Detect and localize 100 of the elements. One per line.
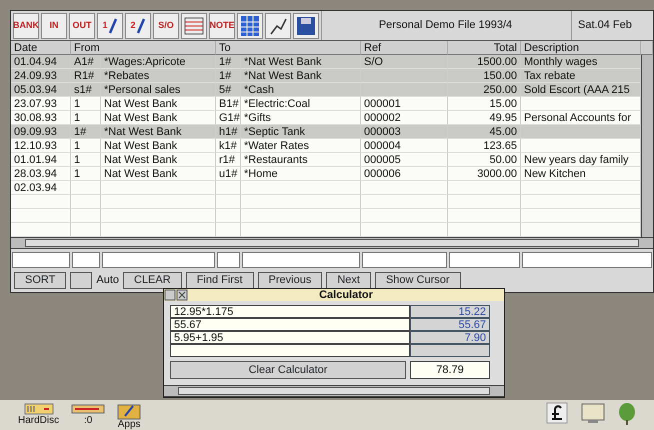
toolbar-button[interactable]: IN <box>41 12 67 38</box>
table-cell: 000002 <box>361 111 448 125</box>
action-button[interactable]: SORT <box>14 272 66 289</box>
action-button[interactable]: Next <box>326 272 371 289</box>
table-cell: 15.00 <box>448 97 521 111</box>
table-cell: 1# <box>216 69 241 83</box>
table-cell: Monthly wages <box>521 55 641 69</box>
table-cell: S/O <box>361 55 448 69</box>
table-cell: Nat West Bank <box>101 111 216 125</box>
input-field[interactable] <box>242 252 360 268</box>
toolbar-button[interactable] <box>237 12 263 38</box>
number-label: 1 <box>102 21 108 30</box>
table-cell: 45.00 <box>448 125 521 139</box>
table-cell: New years day family <box>521 153 641 167</box>
action-button[interactable]: CLEAR <box>123 272 182 289</box>
vertical-scrollbar[interactable] <box>641 55 653 237</box>
auto-label: Auto <box>96 273 119 288</box>
table-cell: Personal Accounts for <box>521 111 641 125</box>
table-cell: 1# <box>71 125 101 139</box>
toolbar-button[interactable]: BANK <box>13 12 39 38</box>
action-button[interactable]: Find First <box>186 272 254 289</box>
expression-field[interactable]: 5.95+1.95 <box>170 331 410 344</box>
action-button[interactable]: Show Cursor <box>374 272 461 289</box>
horizontal-scrollbar[interactable] <box>164 385 504 397</box>
table-cell: 000001 <box>361 97 448 111</box>
toggle-button[interactable] <box>70 272 92 289</box>
table-cell: 23.07.93 <box>11 97 71 111</box>
window-title: Calculator <box>318 289 374 301</box>
table-cell: 1500.00 <box>448 55 521 69</box>
folder-icon[interactable] <box>117 402 142 420</box>
toolbar-button[interactable]: NOTE <box>209 12 235 38</box>
toolbar-button[interactable]: S/O <box>153 12 179 38</box>
input-field[interactable] <box>449 252 520 268</box>
table-cell: 49.95 <box>448 111 521 125</box>
input-field[interactable] <box>362 252 447 268</box>
toolbar-button[interactable]: 1 <box>97 12 123 38</box>
result-value: 15.22 <box>410 305 490 318</box>
scrollbar-thumb[interactable] <box>25 239 639 247</box>
input-field[interactable] <box>12 252 70 268</box>
toolbar-button[interactable] <box>181 12 207 38</box>
table-cell: Nat West Bank <box>101 97 216 111</box>
close-icon[interactable] <box>176 289 188 301</box>
table-cell: *Restaurants <box>241 153 361 167</box>
number-label: 2 <box>130 21 136 30</box>
total-value: 78.79 <box>410 361 490 379</box>
table-cell: 150.00 <box>448 69 521 83</box>
toolbar-button[interactable] <box>293 12 319 38</box>
toolbar-button[interactable] <box>265 12 291 38</box>
table-cell: Nat West Bank <box>101 153 216 167</box>
table-cell: A1# <box>71 55 101 69</box>
table-cell: G1# <box>216 111 241 125</box>
column-header[interactable]: Ref <box>361 41 448 55</box>
table-cell: *Rebates <box>101 69 216 83</box>
input-field[interactable] <box>522 252 652 268</box>
action-button[interactable]: Previous <box>258 272 322 289</box>
table-cell: 02.03.94 <box>11 181 71 195</box>
back-icon[interactable] <box>164 289 176 301</box>
table-cell: 3000.00 <box>448 167 521 181</box>
table-cell <box>216 181 241 195</box>
table-cell: 000005 <box>361 153 448 167</box>
input-field[interactable] <box>102 252 215 268</box>
table-cell: 1 <box>71 167 101 181</box>
table-cell: *Nat West Bank <box>241 69 361 83</box>
table-cell: 1 <box>71 139 101 153</box>
toolbar-button[interactable]: OUT <box>69 12 95 38</box>
column-header[interactable]: From <box>71 41 216 55</box>
expression-field[interactable]: 12.95*1.175 <box>170 305 410 318</box>
pound-icon[interactable] <box>546 402 568 424</box>
acorn-icon[interactable] <box>618 402 636 426</box>
clear-button[interactable]: Clear Calculator <box>170 361 406 379</box>
column-header[interactable]: Total <box>448 41 521 55</box>
toolbar-button[interactable]: 2 <box>125 12 151 38</box>
column-header[interactable]: To <box>216 41 361 55</box>
table-cell: 09.09.93 <box>11 125 71 139</box>
table-cell: 000004 <box>361 139 448 153</box>
table-cell <box>11 223 71 237</box>
table-cell: 1# <box>216 55 241 69</box>
table-cell: *Nat West Bank <box>241 55 361 69</box>
table-cell: 30.08.93 <box>11 111 71 125</box>
input-field[interactable] <box>72 252 100 268</box>
horizontal-scrollbar[interactable] <box>11 237 653 249</box>
monitor-icon[interactable] <box>580 402 606 424</box>
table-cell: 123.65 <box>448 139 521 153</box>
table-cell: 1 <box>71 97 101 111</box>
table-cell: *Nat West Bank <box>101 125 216 139</box>
grid-icon <box>184 16 204 34</box>
table-cell <box>11 195 71 209</box>
table-cell: 05.03.94 <box>11 83 71 97</box>
table-cell <box>216 195 241 209</box>
input-field[interactable] <box>217 252 240 268</box>
table-cell <box>216 223 241 237</box>
table-cell: Nat West Bank <box>101 167 216 181</box>
column-header[interactable]: Description <box>521 41 641 55</box>
table-cell: 24.09.93 <box>11 69 71 83</box>
pen-icon <box>108 18 118 34</box>
expression-field[interactable]: 55.67 <box>170 318 410 331</box>
column-header[interactable]: Date <box>11 41 71 55</box>
scrollbar-thumb[interactable] <box>178 387 490 395</box>
expression-field[interactable] <box>170 344 410 357</box>
table-cell: *Wages:Apricote <box>101 55 216 69</box>
